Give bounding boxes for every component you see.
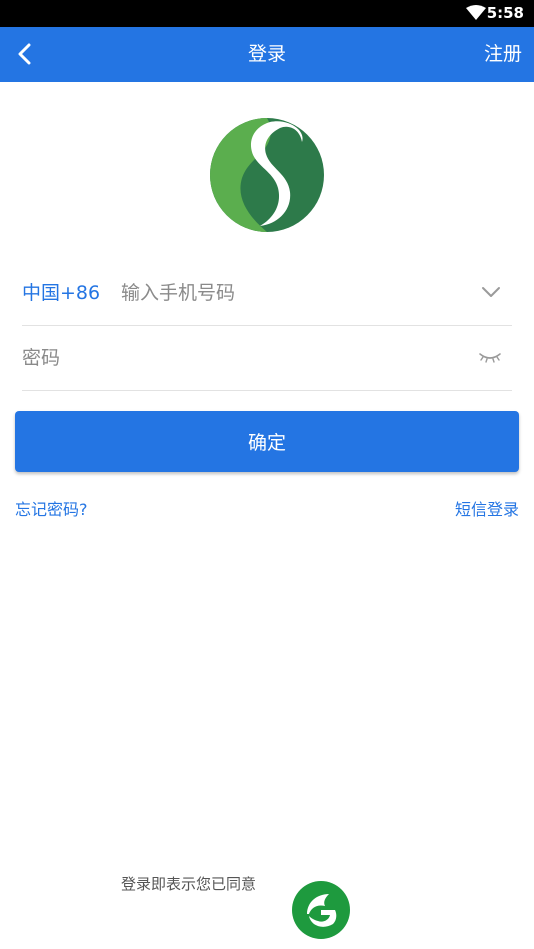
wifi-icon xyxy=(466,5,486,20)
chevron-down-icon[interactable] xyxy=(480,281,502,303)
password-input[interactable] xyxy=(22,338,462,378)
chevron-left-icon xyxy=(18,43,31,65)
phone-input[interactable] xyxy=(121,273,461,313)
back-button[interactable] xyxy=(12,41,38,67)
agreement-text: 登录即表示您已同意 xyxy=(121,875,257,893)
app-logo xyxy=(210,118,324,232)
status-time: 5:58 xyxy=(486,4,524,22)
status-bar: 5:58 xyxy=(0,0,534,27)
country-code-selector[interactable]: 中国+86 xyxy=(22,261,100,325)
sms-login-link[interactable]: 短信登录 xyxy=(455,496,519,520)
phone-row: 中国+86 xyxy=(22,261,512,326)
confirm-button[interactable]: 确定 xyxy=(15,411,519,472)
register-button[interactable]: 注册 xyxy=(484,27,522,82)
eye-closed-icon[interactable] xyxy=(478,348,502,366)
brand-leaf-icon xyxy=(292,881,350,939)
forgot-password-link[interactable]: 忘记密码? xyxy=(15,496,88,520)
app-bar: 登录 注册 xyxy=(0,27,534,82)
password-row xyxy=(22,326,512,391)
page-title: 登录 xyxy=(247,43,286,65)
